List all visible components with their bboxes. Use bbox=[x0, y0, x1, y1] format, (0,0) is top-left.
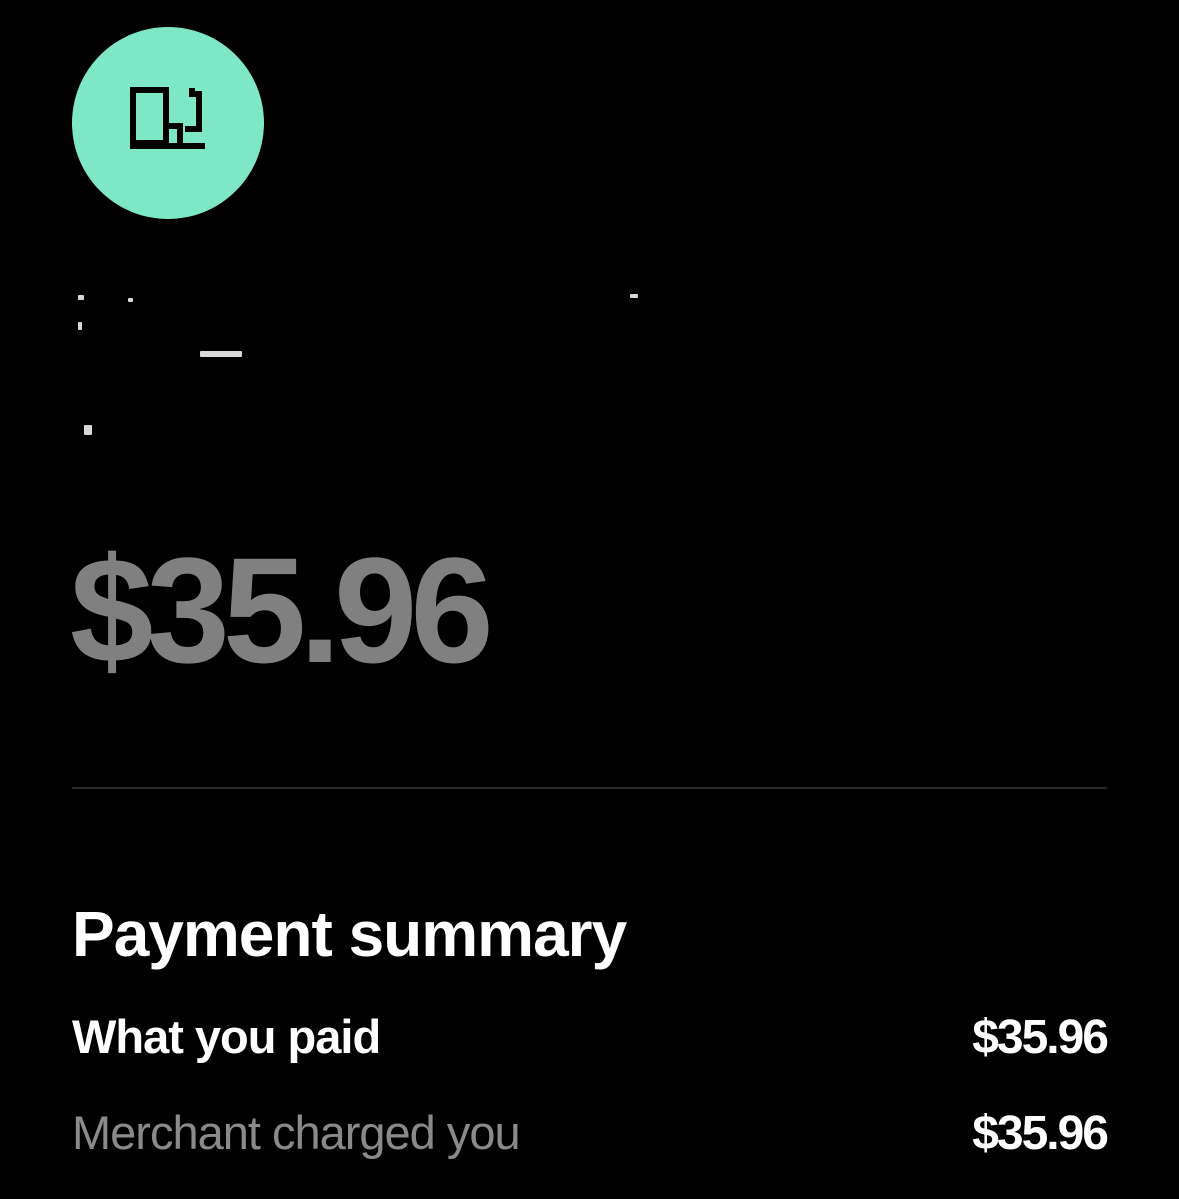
merchant-avatar bbox=[72, 27, 264, 219]
redaction-artifact bbox=[78, 295, 84, 300]
merchant-details bbox=[76, 400, 506, 440]
transaction-amount: $35.96 bbox=[70, 526, 494, 694]
redaction-artifact bbox=[78, 322, 82, 330]
redaction-artifact bbox=[200, 351, 242, 357]
redaction-artifact bbox=[84, 425, 92, 435]
summary-row-label: What you paid bbox=[72, 1010, 381, 1063]
summary-row-what-you-paid: What you paid $35.96 bbox=[72, 1009, 1109, 1067]
redaction-artifact bbox=[630, 294, 638, 298]
redaction-artifact bbox=[128, 298, 133, 302]
merchant-name bbox=[76, 290, 646, 360]
divider bbox=[72, 787, 1107, 789]
fuel-pump-icon bbox=[130, 87, 205, 149]
summary-row-value: $35.96 bbox=[972, 1011, 1109, 1064]
summary-row-label: Merchant charged you bbox=[72, 1106, 521, 1159]
payment-summary-title: Payment summary bbox=[72, 898, 627, 970]
summary-row-merchant-charged: Merchant charged you $35.96 bbox=[72, 1105, 1109, 1163]
summary-row-value: $35.96 bbox=[972, 1107, 1109, 1160]
